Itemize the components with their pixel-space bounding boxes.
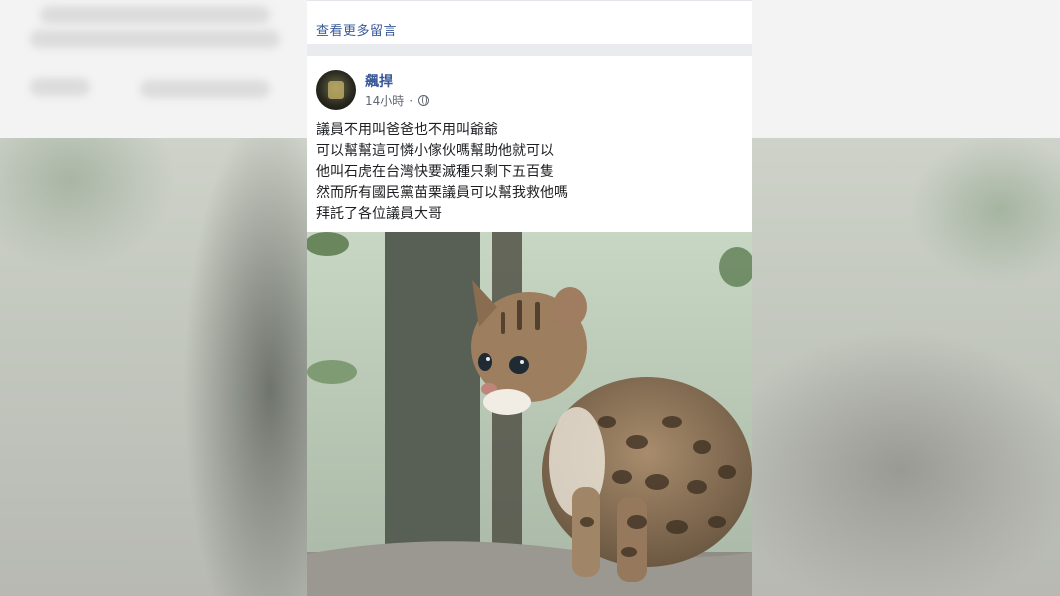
post-line: 他叫石虎在台灣快要滅種只剩下五百隻 [316,164,554,180]
post-time[interactable]: 14小時 [365,92,404,109]
post-text: 議員不用叫爸爸也不用叫爺爺 可以幫幫這可憐小傢伙嗎幫助他就可以 他叫石虎在台灣快… [316,120,746,225]
facebook-post-panel: 查看更多留言 飆捍 14小時 · 議員不用叫爸爸也不用叫爺爺 可以幫幫這可憐小傢… [307,0,752,596]
post-line: 議員不用叫爸爸也不用叫爺爺 [316,122,498,138]
post-meta: 14小時 · [365,92,430,109]
leopard-cat-kitten-image [307,232,752,596]
post-photo[interactable] [307,232,752,596]
avatar[interactable] [316,70,356,110]
post-line: 然而所有國民黨苗栗議員可以幫我救他嗎 [316,185,568,201]
post-line: 可以幫幫這可憐小傢伙嗎幫助他就可以 [316,143,554,159]
view-more-comments-link[interactable]: 查看更多留言 [316,20,397,39]
meta-dot: · [409,93,414,108]
post-line: 拜託了各位議員大哥 [316,206,442,222]
post-separator [307,44,752,56]
view-more-comments[interactable]: 查看更多留言 [307,0,752,44]
post-author[interactable]: 飆捍 [365,71,393,91]
globe-icon[interactable] [418,95,430,106]
